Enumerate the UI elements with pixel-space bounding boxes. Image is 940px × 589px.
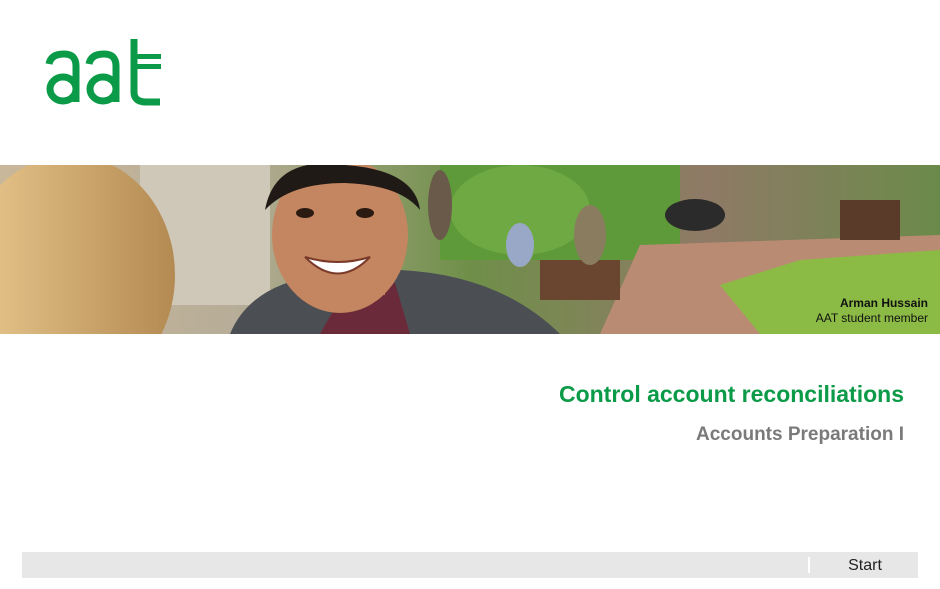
page-title: Control account reconciliations	[558, 381, 904, 407]
start-button[interactable]: Start	[812, 552, 918, 578]
page-subtitle: Accounts Preparation I	[696, 424, 904, 445]
aat-logo-mark	[45, 39, 161, 106]
caption-name: Arman Hussain	[839, 296, 928, 310]
nav-divider	[808, 557, 810, 573]
caption-role: AAT student member	[815, 311, 928, 325]
aat-logo	[44, 34, 166, 110]
hero-banner: Arman Hussain AAT student member	[0, 165, 940, 334]
photo-caption: Arman Hussain AAT student member	[816, 296, 928, 326]
navigation-bar: Start	[22, 552, 918, 578]
hero-photo	[0, 165, 940, 334]
